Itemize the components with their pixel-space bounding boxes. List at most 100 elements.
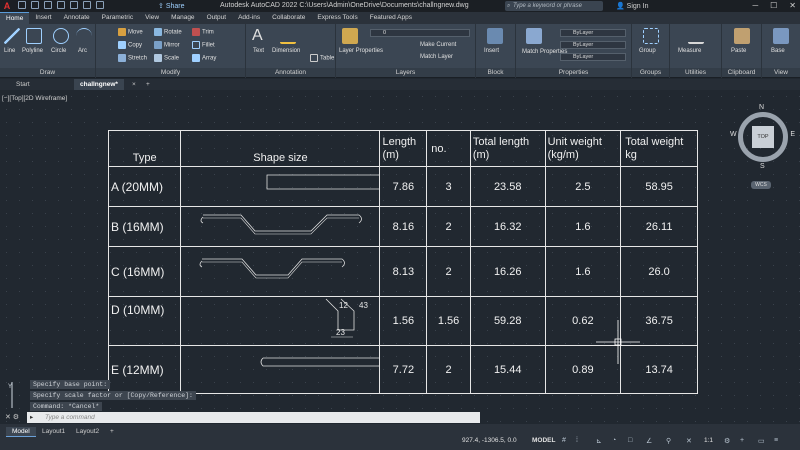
polar-icon[interactable]: ◔: [612, 437, 616, 444]
lineweight-dropdown[interactable]: ByLayer: [560, 53, 626, 61]
group-icon[interactable]: [643, 28, 659, 44]
stretch-button[interactable]: Stretch: [118, 54, 147, 62]
panel-groups-title[interactable]: Groups: [632, 68, 669, 77]
move-button[interactable]: Move: [118, 28, 143, 36]
linetype-dropdown[interactable]: ByLayer: [560, 41, 626, 49]
annotation-scale-icon[interactable]: ✕: [686, 437, 692, 445]
tab-manage[interactable]: Manage: [165, 12, 201, 24]
trim-button[interactable]: Trim: [192, 28, 214, 36]
text-icon[interactable]: A: [252, 27, 263, 45]
scale-button[interactable]: Scale: [154, 54, 179, 62]
signin-button[interactable]: 👤 Sign In: [616, 2, 648, 10]
workspace-gear-icon[interactable]: ⚙: [724, 437, 730, 445]
color-dropdown[interactable]: ByLayer: [560, 29, 626, 37]
search-input[interactable]: ⌕ Type a keyword or phrase: [505, 1, 603, 11]
compass-e[interactable]: E: [790, 131, 795, 138]
autocad-logo[interactable]: A: [2, 1, 12, 11]
snap-icon[interactable]: ⁞: [576, 437, 578, 444]
layer-dropdown[interactable]: 0: [370, 29, 470, 37]
match-layer-button[interactable]: Match Layer: [420, 54, 453, 60]
annotation-scale-value[interactable]: 1:1: [704, 437, 713, 444]
command-close-icon[interactable]: ✕ ⚙: [5, 413, 19, 421]
wcs-menu[interactable]: WCS: [751, 181, 771, 189]
tab-addins[interactable]: Add-ins: [232, 12, 266, 24]
units-icon[interactable]: ▭: [758, 437, 765, 445]
panel-draw-title[interactable]: Draw: [0, 68, 95, 77]
save-icon[interactable]: [44, 1, 52, 9]
new-icon[interactable]: [18, 1, 26, 9]
ortho-icon[interactable]: ⊾: [596, 437, 602, 445]
tab-home[interactable]: Home: [0, 12, 30, 24]
insert-icon[interactable]: [487, 28, 503, 44]
panel-layers-title[interactable]: Layers: [336, 68, 475, 77]
dimension-icon[interactable]: [280, 28, 296, 44]
tab-layout2[interactable]: Layout2: [70, 427, 105, 437]
tab-model[interactable]: Model: [6, 427, 36, 437]
model-space-button[interactable]: MODEL: [532, 437, 555, 444]
tab-featured-apps[interactable]: Featured Apps: [364, 12, 418, 24]
viewcube[interactable]: TOP N S W E: [730, 104, 795, 170]
layer-properties-icon[interactable]: [342, 28, 358, 44]
base-icon[interactable]: [773, 28, 789, 44]
panel-block-title[interactable]: Block: [476, 68, 515, 77]
fillet-button[interactable]: Fillet: [192, 41, 215, 49]
paste-button[interactable]: Paste: [731, 48, 746, 54]
measure-icon[interactable]: [688, 28, 704, 44]
copy-button[interactable]: Copy: [118, 41, 142, 49]
minimize-icon[interactable]: ─: [752, 1, 758, 10]
annotation-visibility-icon[interactable]: ⚲: [666, 437, 671, 445]
circle-icon[interactable]: [53, 28, 69, 44]
insert-button[interactable]: Insert: [484, 48, 499, 54]
viewcube-top[interactable]: TOP: [752, 126, 774, 148]
dimension-button[interactable]: Dimension: [272, 48, 300, 54]
layer-properties-button[interactable]: Layer Properties: [339, 48, 383, 54]
maximize-icon[interactable]: ☐: [770, 1, 777, 10]
circle-button[interactable]: Circle: [51, 48, 66, 54]
share-button[interactable]: ⇪ Share: [158, 2, 185, 10]
tab-collaborate[interactable]: Collaborate: [266, 12, 311, 24]
compass-s[interactable]: S: [760, 163, 765, 170]
paste-icon[interactable]: [734, 28, 750, 44]
rotate-button[interactable]: Rotate: [154, 28, 182, 36]
tab-challngnew[interactable]: challngnew*: [74, 79, 124, 90]
panel-utilities-title[interactable]: Utilities: [670, 68, 721, 77]
plot-icon[interactable]: [70, 1, 78, 9]
viewport-controls[interactable]: [−][Top][2D Wireframe]: [2, 95, 67, 102]
tab-layout1[interactable]: Layout1: [36, 427, 71, 437]
base-button[interactable]: Base: [771, 48, 785, 54]
undo-icon[interactable]: [83, 1, 91, 9]
compass-w[interactable]: W: [730, 131, 737, 138]
command-input[interactable]: ▸ Type a command: [27, 412, 480, 423]
line-icon[interactable]: [4, 28, 20, 44]
redo-icon[interactable]: [96, 1, 104, 9]
osnap-icon[interactable]: □: [628, 437, 632, 444]
tab-view[interactable]: View: [139, 12, 165, 24]
line-button[interactable]: Line: [4, 48, 15, 54]
otrack-icon[interactable]: ∠: [646, 437, 652, 445]
tab-annotate[interactable]: Annotate: [58, 12, 96, 24]
table-button[interactable]: Table: [310, 54, 334, 62]
panel-view-title[interactable]: View: [762, 68, 800, 77]
polyline-icon[interactable]: [26, 28, 42, 44]
compass-n[interactable]: N: [759, 104, 764, 111]
tab-start[interactable]: Start: [10, 79, 36, 90]
saveas-icon[interactable]: [57, 1, 65, 9]
group-button[interactable]: Group: [639, 48, 656, 54]
arc-icon[interactable]: [76, 28, 92, 44]
new-tab-icon[interactable]: +: [140, 79, 156, 90]
panel-clipboard-title[interactable]: Clipboard: [722, 68, 761, 77]
close-icon[interactable]: ✕: [789, 1, 796, 10]
measure-button[interactable]: Measure: [678, 48, 701, 54]
polyline-button[interactable]: Polyline: [22, 48, 43, 54]
text-button[interactable]: Text: [253, 48, 264, 54]
arc-button[interactable]: Arc: [78, 48, 87, 54]
panel-properties-title[interactable]: Properties: [516, 68, 631, 77]
tab-output[interactable]: Output: [201, 12, 233, 24]
panel-modify-title[interactable]: Modify: [96, 68, 245, 77]
make-current-button[interactable]: Make Current: [420, 42, 456, 48]
tab-express-tools[interactable]: Express Tools: [311, 12, 363, 24]
grid-icon[interactable]: #: [562, 437, 566, 444]
tab-parametric[interactable]: Parametric: [96, 12, 139, 24]
open-icon[interactable]: [31, 1, 39, 9]
array-button[interactable]: Array: [192, 54, 216, 62]
